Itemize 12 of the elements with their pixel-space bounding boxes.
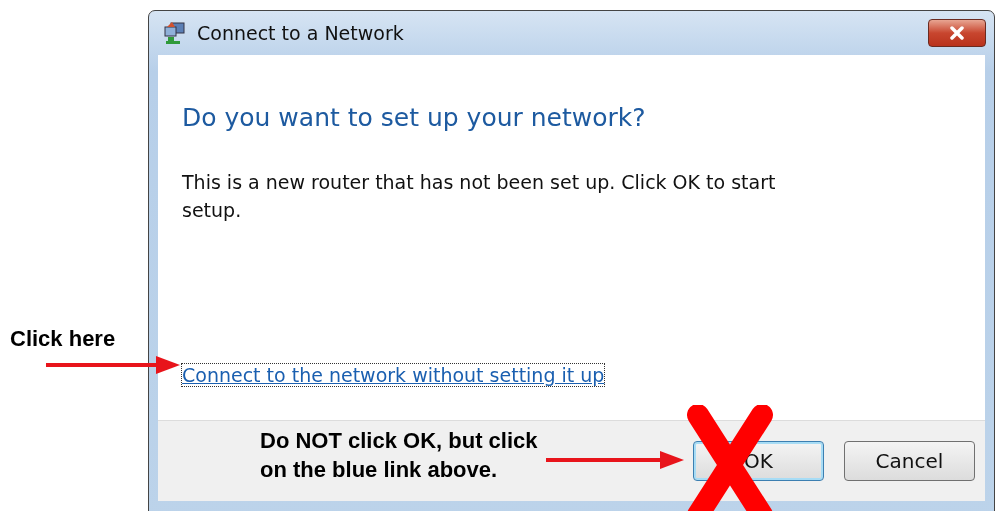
arrow-icon <box>46 355 180 375</box>
arrow-icon <box>546 450 684 470</box>
window-title: Connect to a Network <box>197 22 405 44</box>
annotation-text: Click here <box>10 325 116 353</box>
dialog-heading: Do you want to set up your network? <box>182 103 647 132</box>
close-button[interactable] <box>928 19 986 47</box>
connect-link[interactable]: Connect to the network without setting it up <box>182 364 605 386</box>
cancel-button[interactable]: Cancel <box>844 441 975 481</box>
close-icon <box>949 26 965 40</box>
network-icon <box>163 21 187 45</box>
annotation-text: Do NOT click OK, but click on the blue link above. <box>260 427 538 484</box>
message-text: This is a new router that has not been set up. Click OK to start setup. <box>182 170 777 223</box>
